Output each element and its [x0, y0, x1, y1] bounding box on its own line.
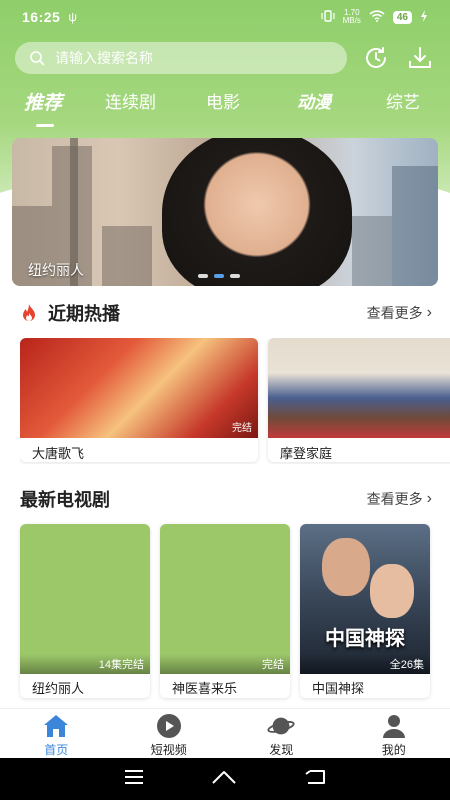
tv-section-header: 最新电视剧 查看更多 ›	[20, 486, 432, 512]
hot-card[interactable]: 完结 大唐歌飞	[20, 338, 258, 462]
battery-indicator: 46	[392, 10, 412, 24]
hot-more-link[interactable]: 查看更多 ›	[367, 303, 432, 323]
banner-image	[162, 138, 352, 286]
tv-card[interactable]: 中国神探 全26集 中国神探	[300, 524, 430, 698]
planet-icon	[267, 713, 295, 739]
hot-section-header: 近期热播 查看更多 ›	[20, 300, 432, 326]
poster-title-art: 中国神探	[325, 628, 405, 650]
carousel-dot[interactable]	[230, 274, 240, 278]
tv-title: 纽约丽人	[32, 681, 85, 696]
play-icon	[155, 713, 183, 739]
usb-icon: ψ	[68, 10, 77, 24]
banner-building	[352, 216, 392, 286]
tab-indicator	[36, 124, 54, 127]
tv-poster: 中国神探 全26集	[300, 524, 430, 674]
tv-more-link[interactable]: 查看更多 ›	[367, 489, 432, 509]
home-button-icon[interactable]	[211, 769, 237, 790]
tv-badge: 14集完结	[20, 654, 150, 674]
carousel-dot-active[interactable]	[214, 274, 224, 278]
history-icon[interactable]	[361, 43, 391, 73]
banner-building	[392, 166, 438, 286]
system-nav-bar	[0, 758, 450, 800]
status-bar: 16:25 ψ 1.70 MB/s 46	[0, 0, 450, 34]
status-time: 16:25	[22, 9, 61, 25]
tv-card[interactable]: 完结 神医喜来乐	[160, 524, 290, 698]
menu-icon[interactable]	[124, 769, 144, 789]
status-right: 1.70 MB/s 46	[321, 9, 428, 25]
nav-home[interactable]: 首页	[0, 709, 113, 758]
chevron-right-icon: ›	[426, 490, 432, 507]
banner-title: 纽约丽人	[28, 262, 84, 278]
tab-series[interactable]: 连续剧	[105, 88, 156, 113]
category-tabs: 推荐 连续剧 电影 动漫 综艺	[0, 88, 450, 128]
tv-title: 中国神探	[312, 681, 365, 696]
person-icon	[380, 713, 408, 739]
search-input[interactable]: 请输入搜索名称	[15, 42, 347, 74]
tv-section-title: 最新电视剧	[20, 490, 110, 510]
charging-icon	[420, 9, 428, 25]
tv-title: 神医喜来乐	[172, 681, 238, 696]
tv-more-label: 查看更多	[366, 491, 423, 507]
nav-profile[interactable]: 我的	[338, 709, 450, 758]
fire-icon	[20, 303, 38, 323]
nav-label: 发现	[269, 743, 294, 757]
vibrate-icon	[321, 9, 335, 25]
net-speed-unit: MB/s	[342, 16, 361, 25]
back-icon[interactable]	[304, 769, 326, 790]
poster-figure	[322, 538, 370, 596]
tv-badge: 完结	[160, 654, 290, 674]
tv-badge: 全26集	[300, 654, 430, 674]
banner-carousel[interactable]: 纽约丽人	[12, 138, 438, 286]
hot-poster	[268, 338, 450, 438]
nav-label: 首页	[44, 743, 69, 757]
tv-card[interactable]: 14集完结 纽约丽人	[20, 524, 150, 698]
carousel-dots	[198, 274, 240, 278]
hot-badge: 完结	[232, 423, 252, 434]
tv-poster-placeholder: 14集完结	[20, 524, 150, 674]
wifi-icon	[369, 9, 385, 25]
nav-label: 我的	[381, 743, 406, 757]
chevron-right-icon: ›	[426, 304, 432, 321]
hot-section-title: 近期热播	[48, 304, 120, 324]
hot-poster: 完结	[20, 338, 258, 438]
nav-discover[interactable]: 发现	[225, 709, 338, 758]
tab-movie[interactable]: 电影	[206, 88, 240, 113]
home-icon	[42, 713, 70, 739]
search-icon	[29, 50, 45, 66]
poster-figure	[370, 564, 414, 618]
tv-poster-placeholder: 完结	[160, 524, 290, 674]
bottom-nav: 首页 短视频 发现 我的	[0, 708, 450, 758]
tab-anime[interactable]: 动漫	[297, 88, 331, 113]
hot-title: 大唐歌飞	[32, 446, 85, 461]
search-row: 请输入搜索名称	[15, 42, 435, 74]
tv-list: 14集完结 纽约丽人 完结 神医喜来乐 中国神探 全26集 中国神探	[20, 524, 432, 700]
tab-variety[interactable]: 综艺	[386, 88, 420, 113]
hot-title: 摩登家庭	[280, 446, 333, 461]
hot-card[interactable]: 摩登家庭	[268, 338, 450, 462]
search-placeholder: 请输入搜索名称	[55, 50, 153, 66]
hot-more-label: 查看更多	[366, 305, 423, 321]
banner-building	[102, 226, 152, 286]
carousel-dot[interactable]	[198, 274, 208, 278]
net-speed: 1.70 MB/s	[343, 9, 361, 25]
nav-short-video[interactable]: 短视频	[113, 709, 226, 758]
nav-label: 短视频	[150, 743, 187, 757]
download-icon[interactable]	[405, 43, 435, 73]
tab-recommend[interactable]: 推荐	[24, 88, 62, 115]
hot-list: 完结 大唐歌飞 摩登家庭	[20, 338, 450, 464]
